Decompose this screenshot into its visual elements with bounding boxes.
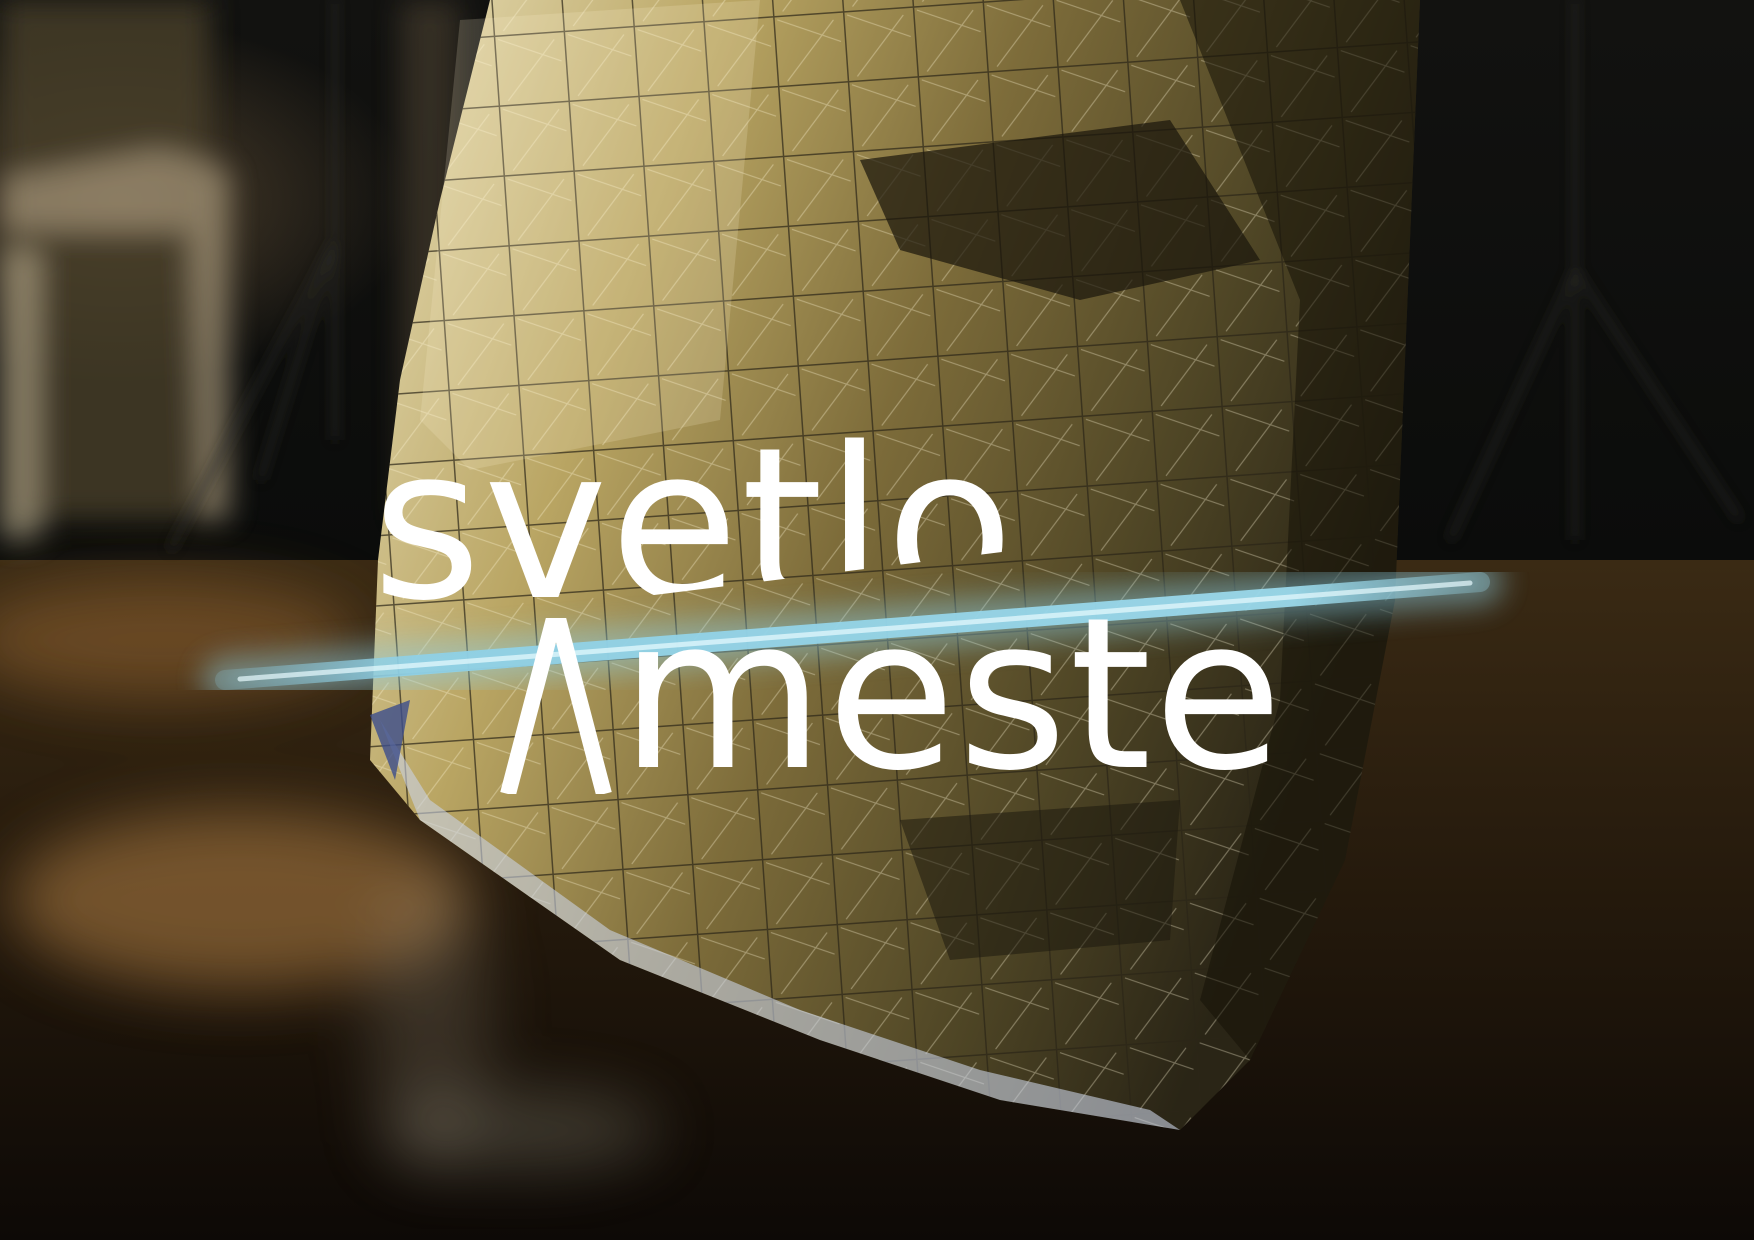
poster: svetlo meste xyxy=(0,0,1754,1240)
foil-sculpture-photo xyxy=(0,0,1754,1240)
